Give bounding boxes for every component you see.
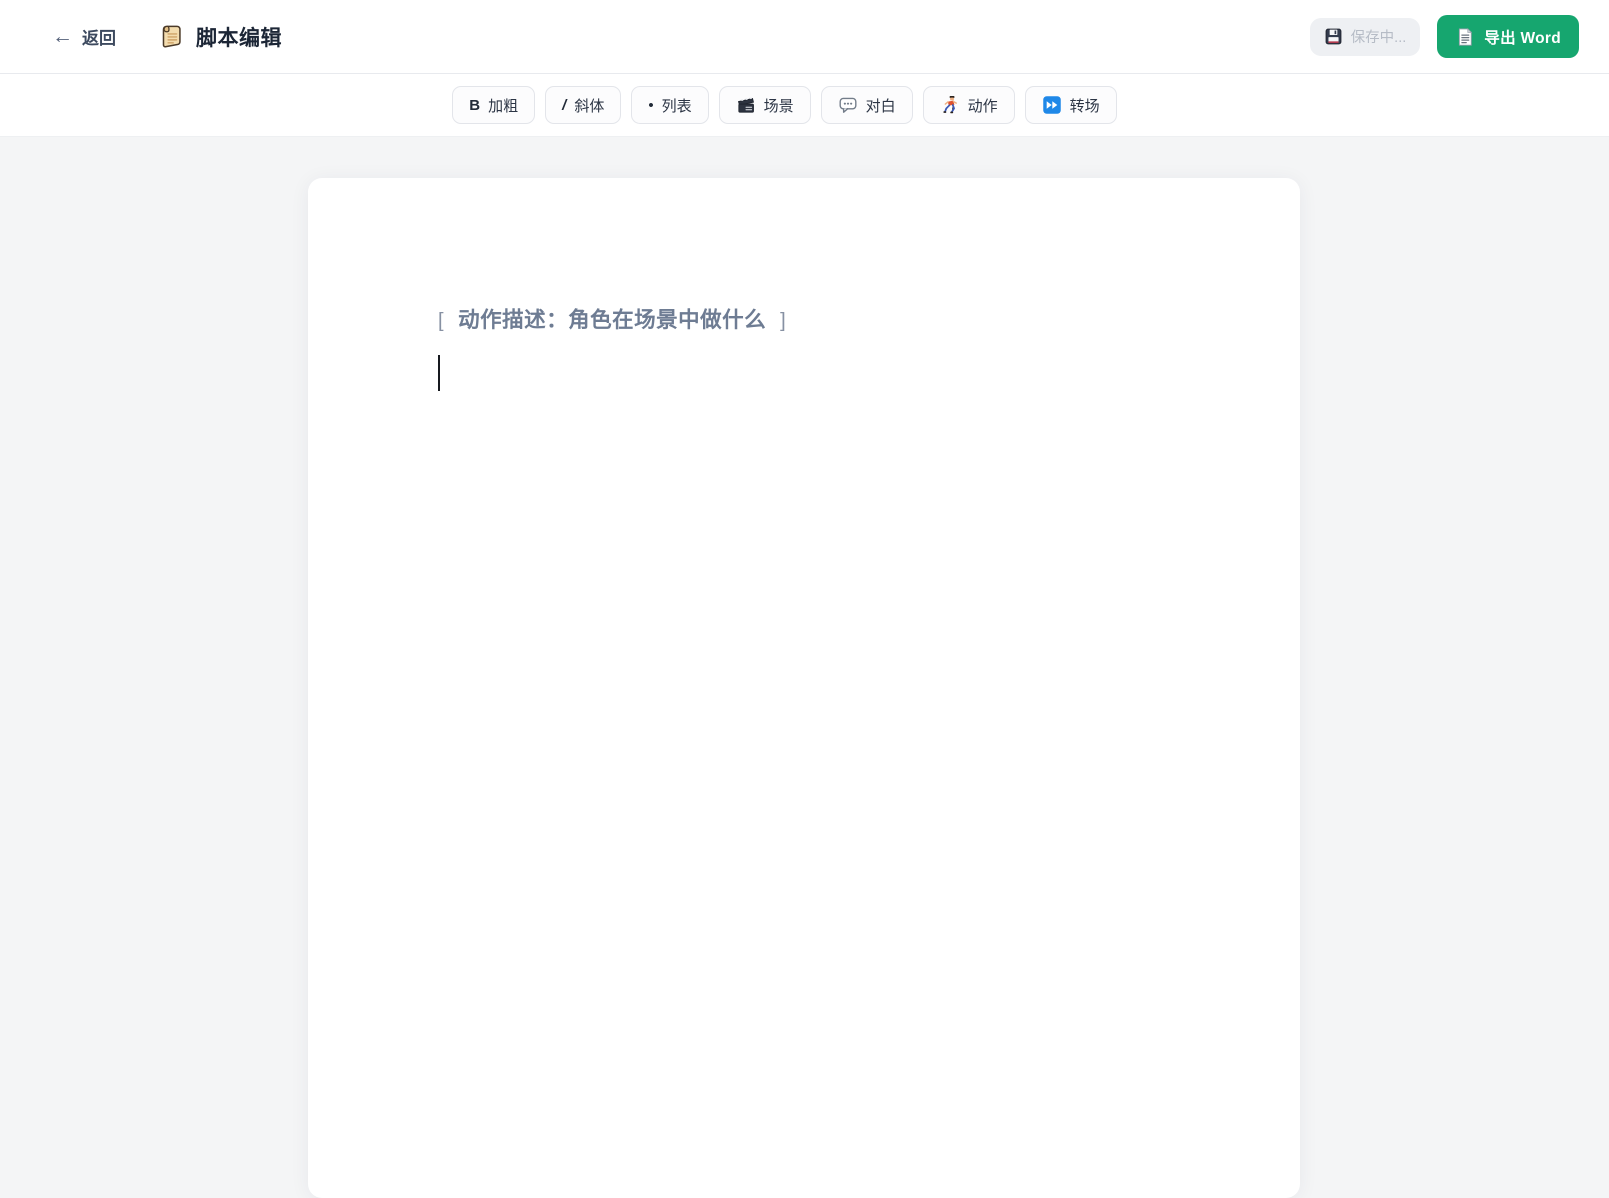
back-arrow-icon: ← xyxy=(52,25,73,48)
speech-balloon-icon xyxy=(838,95,858,115)
clapperboard-icon xyxy=(736,95,756,115)
placeholder-open-bracket: [ xyxy=(438,310,445,332)
placeholder-close-bracket: ] xyxy=(780,310,787,332)
transition-label: 转场 xyxy=(1069,97,1100,115)
caret-line xyxy=(438,354,1170,392)
dialogue-label: 对白 xyxy=(865,97,896,115)
italic-label: 斜体 xyxy=(574,97,605,115)
script-editor-area[interactable]: [ 动作描述：角色在场景中做什么 ] xyxy=(308,178,1300,978)
back-button-label: 返回 xyxy=(82,29,116,48)
bold-label: 加粗 xyxy=(488,97,519,115)
list-button[interactable]: • 列表 xyxy=(631,86,709,124)
scroll-icon xyxy=(158,23,185,50)
text-caret xyxy=(438,355,440,391)
floppy-disk-icon xyxy=(1324,27,1343,46)
save-status-button[interactable]: 保存中... xyxy=(1309,17,1421,56)
document-icon xyxy=(1455,27,1475,47)
scene-label: 场景 xyxy=(763,97,794,115)
placeholder-text: 动作描述：角色在场景中做什么 xyxy=(458,308,767,332)
dialogue-button[interactable]: 对白 xyxy=(820,86,913,124)
bold-icon: B xyxy=(469,96,481,114)
bullet-list-icon: • xyxy=(648,96,654,114)
scene-button[interactable]: 场景 xyxy=(718,86,811,124)
page-title: 脚本编辑 xyxy=(196,26,282,50)
format-toolbar-buttons: B 加粗 / 斜体 • 列表 场景 对白 动作 转场 xyxy=(452,86,1117,124)
script-page-card: [ 动作描述：角色在场景中做什么 ] xyxy=(308,178,1300,1198)
action-placeholder-line: [ 动作描述：角色在场景中做什么 ] xyxy=(438,305,1170,336)
title-group: 脚本编辑 xyxy=(158,22,282,52)
action-label: 动作 xyxy=(967,97,998,115)
action-button[interactable]: 动作 xyxy=(922,86,1015,124)
bold-button[interactable]: B 加粗 xyxy=(452,86,536,124)
fast-forward-icon xyxy=(1042,95,1062,115)
top-bar: ← 返回 脚本编辑 保存中... 导出 Word xyxy=(0,0,1609,74)
back-button[interactable]: ← 返回 xyxy=(52,24,116,49)
italic-button[interactable]: / 斜体 xyxy=(545,86,622,124)
runner-icon xyxy=(940,95,960,115)
italic-icon: / xyxy=(562,96,567,114)
format-toolbar: B 加粗 / 斜体 • 列表 场景 对白 动作 转场 xyxy=(0,74,1609,137)
export-word-label: 导出 Word xyxy=(1484,29,1561,47)
list-label: 列表 xyxy=(661,97,692,115)
editor-canvas: [ 动作描述：角色在场景中做什么 ] xyxy=(0,137,1609,1198)
save-status-label: 保存中... xyxy=(1350,30,1407,46)
header-actions: 保存中... 导出 Word xyxy=(1309,15,1579,58)
transition-button[interactable]: 转场 xyxy=(1024,86,1117,124)
export-word-button[interactable]: 导出 Word xyxy=(1437,15,1579,58)
